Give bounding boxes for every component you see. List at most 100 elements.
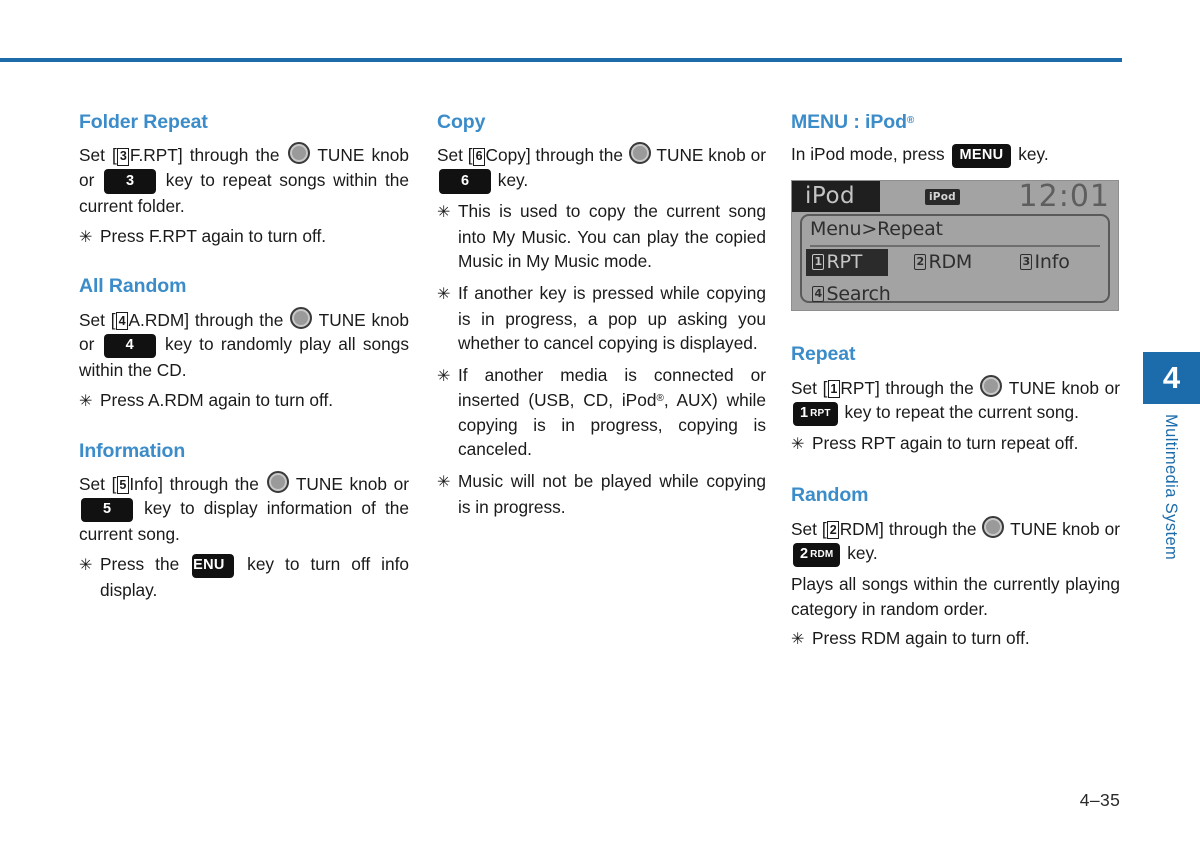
boxed-number-4: 4 xyxy=(116,312,129,330)
section-folder-repeat: Folder Repeat Set [3 F.RPT] through the T… xyxy=(79,111,409,250)
all-random-instruction: Set [4 A.RDM] through the TUNE knob or 4 … xyxy=(79,306,409,383)
section-copy: Copy Set [6 Copy] through the TUNE knob o… xyxy=(437,111,766,519)
lcd-menu-item-search[interactable]: 4 Search xyxy=(812,283,891,305)
registered-mark: ® xyxy=(656,393,664,405)
folder-repeat-instruction: Set [3 F.RPT] through the TUNE knob or 3 … xyxy=(79,142,409,218)
note-text: Press RDM again to turn off. xyxy=(812,628,1030,649)
lcd-menu-item-rpt[interactable]: 1 RPT xyxy=(806,249,889,277)
note-menu-turn-off-info: ✳ Press the MENU key to turn off info dis… xyxy=(79,552,409,603)
repeat-instruction: Set [1 RPT] through the TUNE knob or 1 RPT… xyxy=(791,374,1120,427)
text-fragment: Set [ xyxy=(79,145,117,166)
key-function: RDM xyxy=(810,549,834,561)
chapter-tab-label: Multimedia System xyxy=(1143,404,1200,604)
section-title-copy: Copy xyxy=(437,111,486,133)
asterisk-marker: ✳ xyxy=(437,203,451,221)
text-fragment: Set [ xyxy=(791,518,827,539)
lcd-item-label: RDM xyxy=(928,251,973,274)
key-badge-1-rpt: 1 RPT xyxy=(793,401,838,427)
asterisk-marker: ✳ xyxy=(79,228,93,246)
lcd-divider xyxy=(810,245,1100,247)
chapter-tab-block: 4 xyxy=(1143,352,1200,404)
note-text: Press F.RPT again to turn off. xyxy=(100,225,327,246)
registered-mark: ® xyxy=(906,115,915,126)
lcd-menu-item-rdm[interactable]: 2 RDM xyxy=(914,251,972,273)
text-fragment: TUNE knob or xyxy=(1003,377,1120,398)
text-fragment: TUNE knob or xyxy=(651,145,766,166)
lcd-item-label: RPT xyxy=(826,251,863,274)
lcd-menu-row-1: 1 RPT 2 RDM 3 Info xyxy=(802,249,1108,279)
note-folder-repeat-off: ✳ Press F.RPT again to turn off. xyxy=(79,224,409,250)
note-text: If another key is pressed while copying … xyxy=(458,282,766,354)
lcd-mode-label: iPod xyxy=(805,183,856,210)
random-instruction: Set [2 RDM] through the TUNE knob or 2 RDM… xyxy=(791,515,1120,568)
note-copy-my-music: ✳ This is used to copy the current song i… xyxy=(437,199,766,274)
note-text: Press A.RDM again to turn off. xyxy=(100,389,334,410)
text-fragment: Set [ xyxy=(79,473,117,494)
section-title-information: Information xyxy=(79,439,186,462)
chapter-number: 4 xyxy=(1162,360,1181,395)
boxed-number-3: 3 xyxy=(117,147,130,166)
text-fragment: RDM] through the xyxy=(839,518,982,539)
boxed-number-5: 5 xyxy=(116,476,129,495)
boxed-number-6: 6 xyxy=(473,147,486,166)
section-title-folder-repeat: Folder Repeat xyxy=(79,111,208,133)
key-badge-6: 6 xyxy=(439,169,491,194)
section-title-repeat: Repeat xyxy=(791,343,856,366)
copy-instruction: Set [6 Copy] through the TUNE knob or 6 k… xyxy=(437,142,766,194)
section-random: Random Set [2 RDM] through the TUNE knob … xyxy=(791,484,1120,652)
text-fragment: Set [ xyxy=(79,309,116,330)
section-title-random: Random xyxy=(791,484,869,507)
text-fragment: F.RPT] through the xyxy=(129,145,287,166)
text-fragment: key. xyxy=(842,543,878,564)
text-fragment: TUNE knob or xyxy=(1005,518,1120,539)
lcd-status-bar: iPod iPod 12:01 xyxy=(792,181,1118,214)
boxed-number-1: 1 xyxy=(827,380,840,399)
boxed-number-2: 2 xyxy=(827,521,840,539)
note-copy-media-canceled: ✳ If another media is connected or insert… xyxy=(437,363,766,462)
lcd-item-number: 1 xyxy=(812,253,825,271)
key-badge-menu: MENU xyxy=(181,553,235,579)
column-right: MENU : iPod® In iPod mode, press MENU ke… xyxy=(791,111,1120,659)
information-instruction: Set [5 Info] through the TUNE knob or 5 k… xyxy=(79,470,409,547)
section-menu-ipod: MENU : iPod® In iPod mode, press MENU ke… xyxy=(791,111,1120,312)
text-fragment: key. xyxy=(493,169,529,190)
text-fragment: key. xyxy=(1013,144,1049,165)
tune-knob-icon xyxy=(628,142,651,165)
note-copy-no-playback: ✳ Music will not be played while copying … xyxy=(437,469,766,519)
key-badge-4: 4 xyxy=(103,333,156,359)
asterisk-marker: ✳ xyxy=(791,436,805,454)
text-fragment: Info] through the xyxy=(129,473,266,494)
note-text: Music will not be played while copying i… xyxy=(458,470,766,517)
asterisk-marker: ✳ xyxy=(79,392,93,410)
menu-ipod-instruction: In iPod mode, press MENU key. xyxy=(791,142,1120,169)
text-fragment: Set [ xyxy=(791,377,828,398)
note-text: This is used to copy the current song in… xyxy=(458,200,766,272)
text-fragment: Set [ xyxy=(437,145,473,166)
chapter-label-text: Multimedia System xyxy=(1162,414,1180,561)
note-repeat-off: ✳ Press RPT again to turn repeat off. xyxy=(791,431,1120,457)
text-fragment: RPT] through the xyxy=(840,377,980,398)
ipod-lcd-screen: iPod iPod 12:01 Menu>Repeat 1 RPT 2 RDM 3I… xyxy=(791,180,1119,312)
lcd-item-number: 2 xyxy=(914,253,927,271)
asterisk-marker: ✳ xyxy=(437,285,451,303)
tune-knob-icon xyxy=(980,374,1003,397)
asterisk-marker: ✳ xyxy=(437,367,451,385)
section-title-menu-ipod: MENU : iPod® xyxy=(791,111,1120,133)
lcd-item-number: 4 xyxy=(812,285,825,303)
lcd-mode-block: iPod xyxy=(792,181,880,213)
note-text-before: Press the xyxy=(100,554,191,575)
key-number: 2 xyxy=(800,546,809,563)
key-number: 1 xyxy=(800,405,809,422)
tune-knob-icon xyxy=(266,470,289,493)
lcd-item-number: 3 xyxy=(1020,253,1033,271)
note-all-random-off: ✳ Press A.RDM again to turn off. xyxy=(79,388,409,414)
asterisk-marker: ✳ xyxy=(79,557,93,575)
lcd-menu-item-info[interactable]: 3 Info xyxy=(1020,251,1070,273)
asterisk-marker: ✳ xyxy=(437,473,451,491)
column-middle: Copy Set [6 Copy] through the TUNE knob o… xyxy=(437,111,766,526)
note-copy-cancel-popup: ✳ If another key is pressed while copying… xyxy=(437,281,766,356)
header-rule xyxy=(0,58,1122,62)
key-badge-2-rdm: 2 RDM xyxy=(793,542,841,568)
tune-knob-icon xyxy=(287,142,310,165)
key-badge-3: 3 xyxy=(104,169,157,194)
